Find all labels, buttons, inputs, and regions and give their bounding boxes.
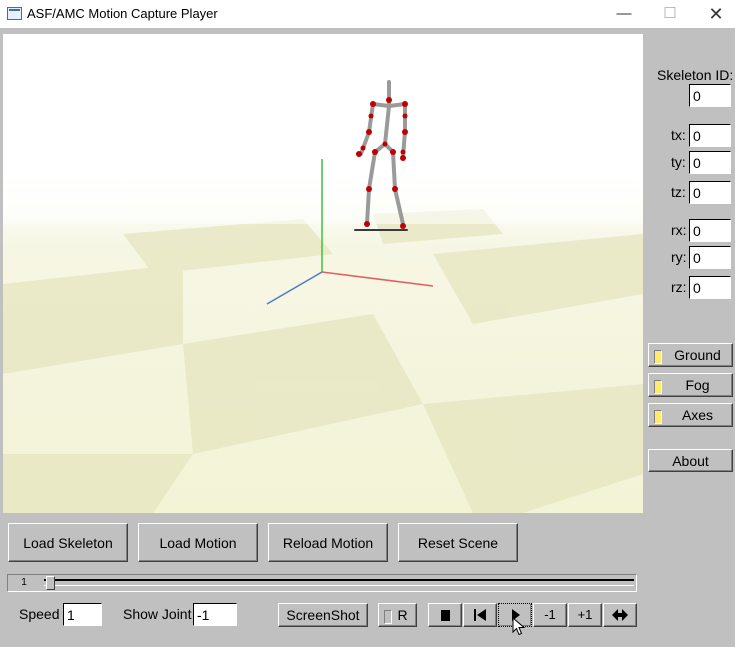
screenshot-label: ScreenShot [286, 607, 360, 623]
reset-scene-button[interactable]: Reset Scene [398, 523, 518, 562]
slider-track [44, 579, 634, 586]
step-back-button[interactable]: -1 [533, 603, 567, 627]
screenshot-button[interactable]: ScreenShot [278, 603, 368, 627]
skeleton-id-input[interactable] [689, 84, 731, 107]
step-back-label: -1 [544, 607, 556, 622]
ground-indicator-icon [654, 350, 662, 364]
rx-input[interactable] [689, 219, 731, 242]
minimize-button[interactable]: — [601, 0, 647, 28]
ty-label: ty: [671, 154, 686, 170]
speed-input[interactable] [63, 603, 102, 626]
about-label: About [672, 453, 709, 469]
load-motion-button[interactable]: Load Motion [138, 523, 258, 562]
ground-fog [3, 184, 643, 224]
rx-label: rx: [671, 222, 687, 238]
slider-thumb[interactable] [46, 576, 55, 590]
show-joint-label: Show Joint [123, 606, 192, 622]
show-joint-input[interactable] [193, 603, 237, 626]
load-skeleton-label: Load Skeleton [23, 535, 113, 551]
axes-toggle-button[interactable]: Axes [648, 403, 733, 427]
load-skeleton-button[interactable]: Load Skeleton [8, 523, 128, 562]
rz-label: rz: [671, 279, 687, 295]
stop-icon [441, 610, 450, 621]
load-motion-label: Load Motion [159, 535, 237, 551]
maximize-button[interactable]: ☐ [647, 0, 693, 28]
stop-button[interactable] [428, 603, 462, 627]
fog-toggle-label: Fog [685, 377, 710, 393]
axes-toggle-label: Axes [681, 407, 714, 423]
loop-button[interactable] [603, 603, 637, 627]
reset-scene-label: Reset Scene [417, 535, 499, 551]
rewind-button[interactable] [463, 603, 497, 627]
window-title: ASF/AMC Motion Capture Player [27, 6, 218, 21]
tz-input[interactable] [689, 181, 731, 204]
skeleton-id-label: Skeleton ID: [657, 67, 734, 83]
mouse-cursor-icon [512, 617, 526, 636]
ty-input[interactable] [689, 151, 731, 174]
step-forward-label: +1 [577, 607, 593, 622]
frame-number: 1 [21, 577, 27, 588]
rewind-icon [474, 609, 486, 621]
record-label: R [397, 607, 408, 623]
reload-motion-label: Reload Motion [282, 535, 374, 551]
3d-viewport[interactable] [3, 34, 643, 513]
ground-toggle-label: Ground [674, 347, 721, 363]
tz-label: tz: [671, 184, 686, 200]
axes-indicator-icon [654, 410, 662, 424]
close-button[interactable]: ✕ [693, 0, 735, 28]
step-forward-button[interactable]: +1 [568, 603, 602, 627]
about-button[interactable]: About [648, 449, 733, 472]
tx-input[interactable] [689, 124, 731, 147]
speed-label: Speed [19, 606, 60, 622]
fog-indicator-icon [654, 380, 662, 394]
tx-label: tx: [671, 127, 686, 143]
ry-label: ry: [671, 249, 687, 265]
ry-input[interactable] [689, 246, 731, 269]
loop-icon [612, 609, 628, 621]
record-toggle-button[interactable]: R [378, 603, 417, 627]
fog-toggle-button[interactable]: Fog [648, 373, 733, 397]
rz-input[interactable] [689, 276, 731, 299]
title-bar: ASF/AMC Motion Capture Player — ☐ ✕ [0, 0, 735, 28]
frame-slider[interactable]: 1 [7, 574, 637, 592]
reload-motion-button[interactable]: Reload Motion [268, 523, 388, 562]
app-icon [7, 7, 22, 20]
ground-toggle-button[interactable]: Ground [648, 343, 733, 367]
